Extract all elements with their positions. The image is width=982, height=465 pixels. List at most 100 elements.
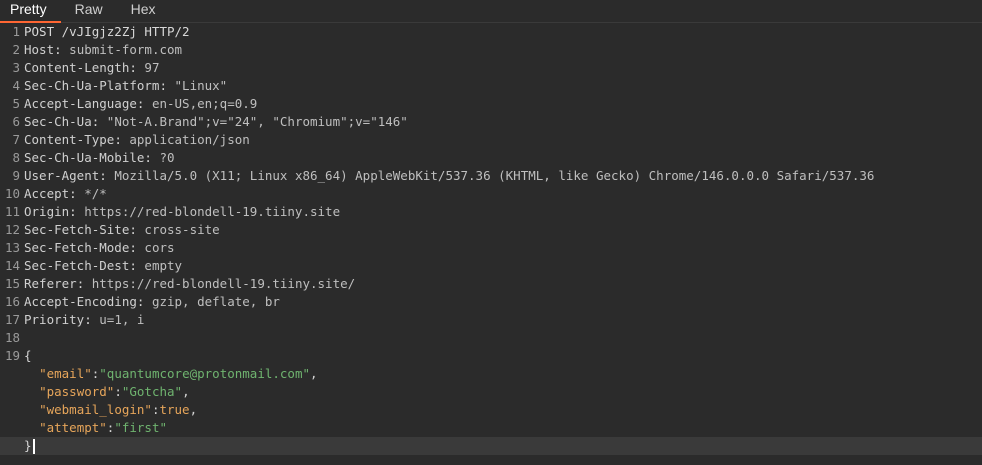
header-name: Priority	[24, 312, 85, 327]
line-number: 6	[12, 114, 20, 129]
header-value: submit-form.com	[69, 42, 183, 57]
editor-line[interactable]: 9 User-Agent: Mozilla/5.0 (X11; Linux x86…	[0, 167, 982, 185]
editor-line[interactable]: 1 POST /vJIgjz2Zj HTTP/2	[0, 23, 982, 41]
line-number: 17	[4, 312, 20, 327]
editor-line[interactable]: "password":"Gotcha",	[0, 383, 982, 401]
header-value: en-US,en;q=0.9	[151, 96, 258, 111]
json-comma: ,	[189, 402, 198, 417]
line-content: POST /vJIgjz2Zj HTTP/2	[24, 23, 190, 41]
line-content: }	[24, 437, 35, 455]
editor-line[interactable]: }	[0, 437, 982, 455]
tab-pretty[interactable]: Pretty	[0, 0, 61, 23]
line-number	[0, 437, 24, 455]
editor-line[interactable]: 11 Origin: https://red-blondell-19.tiiny.…	[0, 203, 982, 221]
header-separator: :	[136, 294, 152, 309]
view-tab-bar: Pretty Raw Hex	[0, 0, 982, 23]
line-number: 19	[4, 348, 20, 363]
header-name: Host	[24, 42, 55, 57]
line-number: 16	[4, 294, 20, 309]
header-name: Sec-Fetch-Dest	[24, 258, 130, 273]
editor-line[interactable]: 2 Host: submit-form.com	[0, 41, 982, 59]
header-name: Sec-Ch-Ua-Platform	[24, 78, 160, 93]
header-name: Content-Type	[24, 132, 115, 147]
header-value: https://red-blondell-19.tiiny.site	[84, 204, 341, 219]
line-content: "password":"Gotcha",	[24, 383, 190, 401]
header-value: https://red-blondell-19.tiiny.site/	[91, 276, 356, 291]
editor-line[interactable]: 16 Accept-Encoding: gzip, deflate, br	[0, 293, 982, 311]
editor-line[interactable]: 10 Accept: */*	[0, 185, 982, 203]
editor-line[interactable]: "email":"quantumcore@protonmail.com",	[0, 365, 982, 383]
header-value: "Linux"	[174, 78, 228, 93]
json-key: "attempt"	[39, 420, 107, 435]
line-content: "email":"quantumcore@protonmail.com",	[24, 365, 317, 383]
editor-line[interactable]: 19 {	[0, 347, 982, 365]
line-content: Sec-Ch-Ua-Platform: "Linux"	[24, 77, 227, 95]
editor-line[interactable]: 17 Priority: u=1, i	[0, 311, 982, 329]
header-name: Origin	[24, 204, 70, 219]
line-number: 1	[12, 24, 20, 39]
line-number: 2	[12, 42, 20, 57]
line-number: 8	[12, 150, 20, 165]
header-value: empty	[144, 258, 183, 273]
line-number: 5	[12, 96, 20, 111]
editor-line[interactable]: 13 Sec-Fetch-Mode: cors	[0, 239, 982, 257]
editor-line[interactable]: 4 Sec-Ch-Ua-Platform: "Linux"	[0, 77, 982, 95]
line-content: Accept-Language: en-US,en;q=0.9	[24, 95, 257, 113]
header-name: Content-Length	[24, 60, 130, 75]
line-number	[0, 365, 24, 383]
line-number: 15	[4, 276, 20, 291]
line-content: Referer: https://red-blondell-19.tiiny.s…	[24, 275, 355, 293]
editor-line[interactable]: 3 Content-Length: 97	[0, 59, 982, 77]
json-key: "webmail_login"	[39, 402, 152, 417]
line-content: Accept-Encoding: gzip, deflate, br	[24, 293, 280, 311]
editor-line[interactable]: 5 Accept-Language: en-US,en;q=0.9	[0, 95, 982, 113]
line-number: 12	[4, 222, 20, 237]
editor-line[interactable]: "webmail_login":true,	[0, 401, 982, 419]
editor-line[interactable]: 12 Sec-Fetch-Site: cross-site	[0, 221, 982, 239]
header-separator: :	[129, 240, 145, 255]
header-name: Sec-Ch-Ua-Mobile	[24, 150, 145, 165]
line-number: 3	[12, 60, 20, 75]
header-separator: :	[91, 114, 107, 129]
line-content: "attempt":"first"	[24, 419, 167, 437]
header-name: Sec-Ch-Ua	[24, 114, 92, 129]
line-number: 18	[4, 330, 20, 345]
json-key: "email"	[39, 366, 92, 381]
json-value: "Gotcha"	[121, 384, 183, 399]
header-name: Referer	[24, 276, 77, 291]
line-number: 7	[12, 132, 20, 147]
line-content: Content-Type: application/json	[24, 131, 250, 149]
header-separator: :	[144, 150, 160, 165]
line-number: 14	[4, 258, 20, 273]
line-content: Content-Length: 97	[24, 59, 159, 77]
header-separator: :	[136, 96, 152, 111]
header-separator: :	[69, 186, 85, 201]
header-separator: :	[84, 312, 100, 327]
editor-line[interactable]: 6 Sec-Ch-Ua: "Not-A.Brand";v="24", "Chrom…	[0, 113, 982, 131]
json-close-brace: }	[24, 438, 32, 453]
json-open-brace: {	[24, 348, 32, 363]
tab-hex[interactable]: Hex	[117, 0, 170, 22]
line-number: 11	[4, 204, 20, 219]
editor-line[interactable]: 8 Sec-Ch-Ua-Mobile: ?0	[0, 149, 982, 167]
editor-line[interactable]: 14 Sec-Fetch-Dest: empty	[0, 257, 982, 275]
header-separator: :	[129, 222, 145, 237]
line-content: Sec-Fetch-Mode: cors	[24, 239, 175, 257]
tab-raw[interactable]: Raw	[61, 0, 117, 22]
line-number: 9	[12, 168, 20, 183]
header-name: Accept-Language	[24, 96, 137, 111]
text-cursor	[32, 439, 35, 454]
editor-line[interactable]: 15 Referer: https://red-blondell-19.tiiny…	[0, 275, 982, 293]
request-editor[interactable]: 1 POST /vJIgjz2Zj HTTP/2 2 Host: submit-for…	[0, 23, 982, 465]
editor-line[interactable]: "attempt":"first"	[0, 419, 982, 437]
json-value: true	[159, 402, 190, 417]
header-value: 97	[144, 60, 160, 75]
header-value: u=1, i	[99, 312, 145, 327]
header-separator: :	[159, 78, 175, 93]
header-value: ?0	[159, 150, 175, 165]
line-content: Origin: https://red-blondell-19.tiiny.si…	[24, 203, 340, 221]
editor-line[interactable]: 18	[0, 329, 982, 347]
editor-line[interactable]: 7 Content-Type: application/json	[0, 131, 982, 149]
header-value: */*	[84, 186, 107, 201]
line-number	[0, 401, 24, 419]
